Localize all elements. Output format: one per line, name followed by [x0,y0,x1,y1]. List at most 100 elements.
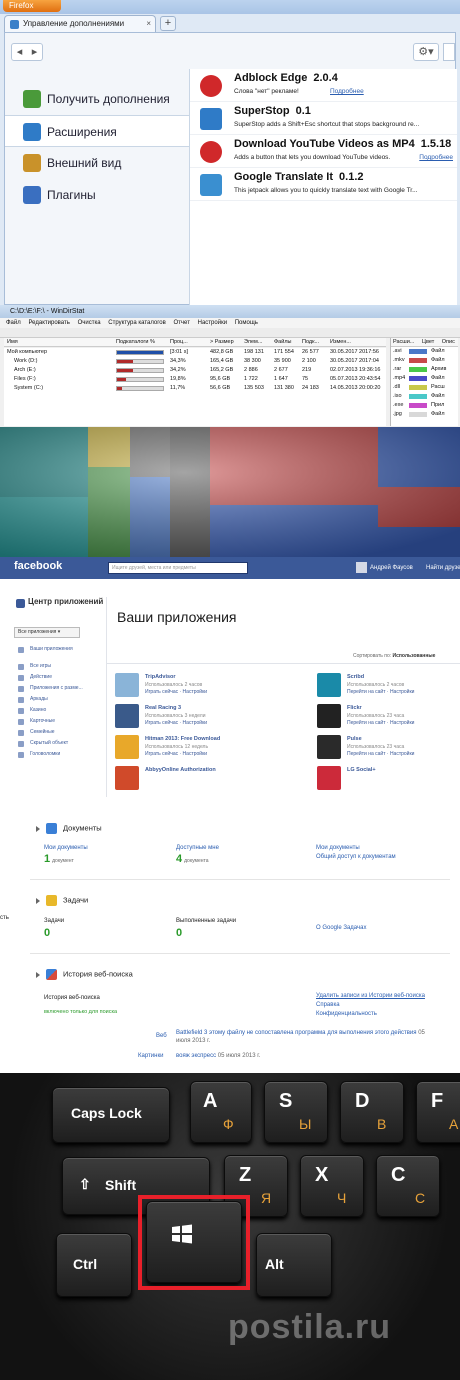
menu-tree[interactable]: Структура каталогов [108,320,166,326]
app-name[interactable]: Real Racing 3 [145,705,181,711]
more-link[interactable]: Подробнее [419,154,453,161]
tab-addons-manager[interactable]: Управление дополнениями × [4,15,156,32]
user-profile-link[interactable]: Андрей Фаусов [356,561,413,575]
nav-item[interactable]: Головоломки [14,749,104,760]
back-button[interactable]: ◂ [12,44,27,60]
nav-item[interactable]: Карточные [14,716,104,727]
app-links[interactable]: Перейти на сайт · Настройки [347,720,414,726]
col-size[interactable]: > Размер [210,338,234,347]
tree-row[interactable]: Arch (E:) 34,2% 165,2 GB 2 886 2 677 219 02.07… [4,366,386,375]
col-ext[interactable]: Расши... [393,339,414,345]
ext-row[interactable]: .dll Расш [391,383,458,392]
filter-dropdown[interactable]: Все приложения ▾ [14,627,80,638]
ext-row[interactable]: .mp4 Файл [391,374,458,383]
app-item[interactable]: Pulse Использовалось 23 часа Перейти на са… [317,735,457,761]
app-item[interactable]: Real Racing 3 Использовалось 3 недели Игра… [115,704,255,730]
nav-item[interactable]: Казино [14,705,104,716]
app-links[interactable]: Играть сейчас · Настройки [145,751,207,757]
category-appearance[interactable]: Внешний вид [5,147,189,179]
app-name[interactable]: TripAdvisor [145,674,176,680]
addon-item[interactable]: SuperStop 0.1 SuperStop adds a Shift+Esc … [190,102,457,135]
history-entry[interactable]: вояж экспресс 05 июля 2013 г. [176,1053,260,1059]
menu-report[interactable]: Отчет [174,320,190,326]
col-modified[interactable]: Измен... [330,338,351,347]
addon-item[interactable]: Google Translate It 0.1.2 This jetpack al… [190,168,457,201]
about-tasks-link[interactable]: О Google Задачах [316,925,366,931]
ext-row[interactable]: .iso Файл [391,392,458,401]
history-section-header[interactable]: История веб-поиска [36,969,133,980]
privacy-link[interactable]: Конфиденциальность [316,1011,377,1017]
tree-row[interactable]: Мой компьютер [3:01 s] 482,8 GB 198 131 171 … [4,348,386,357]
nav-item[interactable]: Приложения с разме... [14,683,104,694]
app-item[interactable]: TripAdvisor Использовалось 2 часов Играть … [115,673,255,699]
shared-docs-label[interactable]: Доступные мне [176,845,219,851]
delete-history-link[interactable]: Удалить записи из Истории веб-поиска [316,993,425,999]
sharing-link[interactable]: Общий доступ к документам [316,854,396,860]
col-color[interactable]: Цвет [422,339,434,345]
more-link[interactable]: Подробнее [330,88,364,95]
forward-button[interactable]: ▸ [27,44,42,60]
col-items[interactable]: Элем... [244,338,262,347]
app-item[interactable]: LG Social+ [317,766,457,792]
app-item[interactable]: Scribd Использовалось 2 часов Перейти на с… [317,673,457,699]
new-tab-button[interactable]: + [160,16,176,31]
app-name[interactable]: Hitman 2013: Free Download [145,736,220,742]
addon-item[interactable]: Adblock Edge 2.0.4 Слова "нет" рекламе! П… [190,69,457,102]
app-item[interactable]: Flickr Использовалось 23 часа Перейти на с… [317,704,457,730]
nav-item[interactable]: Действие [14,672,104,683]
app-name[interactable]: Pulse [347,736,362,742]
col-subs[interactable]: Подк... [302,338,319,347]
app-item[interactable]: AbbyyOnline Authorization [115,766,255,792]
tasks-section-header[interactable]: Задачи [36,895,88,906]
menu-settings[interactable]: Настройки [198,320,227,326]
app-name[interactable]: AbbyyOnline Authorization [145,767,216,773]
nav-item[interactable]: Семейные [14,727,104,738]
app-center-title[interactable]: Центр приложений [14,597,104,621]
sort-control[interactable]: Сортировать по: Использованные [353,653,435,659]
menu-file[interactable]: Файл [6,320,21,326]
tree-row[interactable]: System (C:) 11,7% 56,6 GB 135 503 131 380 24 … [4,384,386,393]
app-name[interactable]: Flickr [347,705,362,711]
category-plugins[interactable]: Плагины [5,179,189,211]
app-links[interactable]: Играть сейчас · Настройки [145,720,207,726]
col-desc[interactable]: Опис [442,339,455,345]
nav-item[interactable]: Скрытый объект [14,738,104,749]
help-link[interactable]: Справка [316,1002,340,1008]
facebook-logo[interactable]: facebook [14,560,62,572]
nav-item[interactable]: Аркады [14,694,104,705]
ext-row[interactable]: .jpg Файл [391,410,458,419]
ext-row[interactable]: .avi Файл [391,347,458,356]
treemap[interactable] [0,427,460,557]
app-name[interactable]: LG Social+ [347,767,376,773]
docs-section-header[interactable]: Документы [36,823,102,834]
search-input[interactable]: Ищите друзей, места или предметы [108,562,248,574]
menu-clean[interactable]: Очистка [78,320,101,326]
search-input[interactable] [443,43,455,61]
category-extensions[interactable]: Расширения [5,115,190,147]
col-name[interactable]: Имя [7,338,18,347]
close-tab-icon[interactable]: × [146,16,151,32]
menu-help[interactable]: Помощь [235,320,258,326]
ext-row[interactable]: .mkv Файл [391,356,458,365]
app-links[interactable]: Перейти на сайт · Настройки [347,751,414,757]
nav-item[interactable]: Все игры [14,661,104,672]
category-get-addons[interactable]: Получить дополнения [5,83,189,115]
col-subdirs[interactable]: Подкаталоги % [116,338,155,347]
app-name[interactable]: Scribd [347,674,364,680]
firefox-menu-button[interactable]: Firefox [3,0,61,12]
col-files[interactable]: Файлы [274,338,291,347]
tools-gear-button[interactable]: ⚙▾ [413,43,439,61]
addon-item[interactable]: Download YouTube Videos as MP4 1.5.18 Add… [190,135,457,168]
find-friends-link[interactable]: Найти друзей [426,561,460,575]
nav-item[interactable]: Ваши приложения [14,644,104,655]
history-entry[interactable]: Battlefield 3 этому файлу не сопоставлен… [176,1029,438,1045]
app-links[interactable]: Играть сейчас · Настройки [145,689,207,695]
ext-row[interactable]: .exe Прил [391,401,458,410]
col-percent[interactable]: Проц... [170,338,188,347]
menu-edit[interactable]: Редактировать [28,320,69,326]
app-item[interactable]: Hitman 2013: Free Download Использовалось… [115,735,255,761]
my-docs-label[interactable]: Мои документы [44,845,88,851]
tree-row[interactable]: Files (F:) 19,8% 95,6 GB 1 722 1 647 75 05.07.… [4,375,386,384]
app-links[interactable]: Перейти на сайт · Настройки [347,689,414,695]
ext-row[interactable]: .rar Архив [391,365,458,374]
